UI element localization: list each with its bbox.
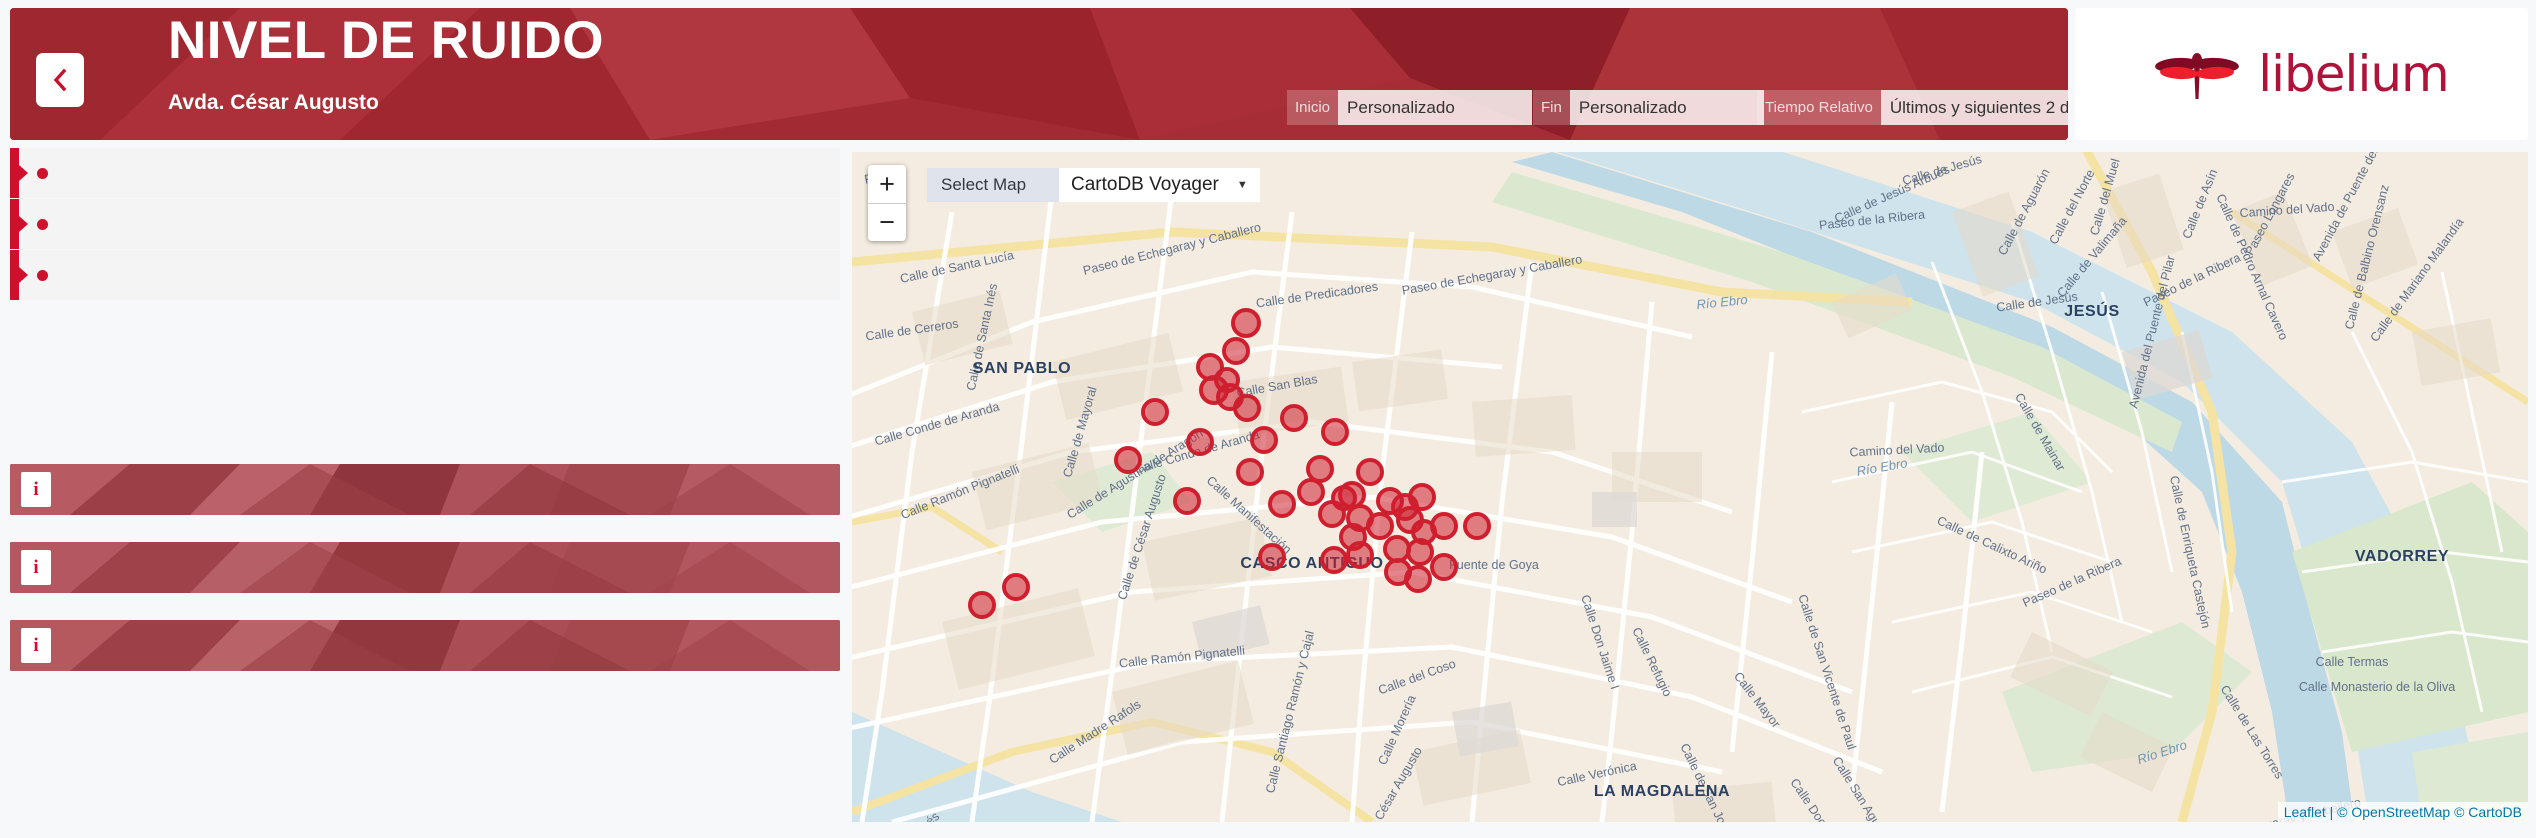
basemap-value: CartoDB Voyager — [1071, 174, 1219, 195]
dashboard-root: NIVEL DE RUIDO Avda. César Augusto Inici… — [0, 0, 2536, 838]
tiempo-relativo-label: Tiempo Relativo — [1757, 90, 1881, 125]
select-map-label: Select Map — [927, 168, 1059, 202]
page-subtitle: Avda. César Augusto — [168, 91, 379, 114]
map-tile-canvas — [852, 152, 2528, 822]
noise-sensor-marker[interactable] — [1236, 458, 1264, 486]
zoom-in-button[interactable]: + — [868, 165, 906, 203]
brand-name: libelium — [2258, 45, 2449, 103]
accordion-panel[interactable]: i — [10, 542, 840, 593]
tiempo-relativo-select[interactable]: Últimos y siguientes 2 días — [1880, 90, 2068, 125]
info-icon: i — [21, 472, 51, 507]
noise-sensor-marker[interactable] — [1346, 541, 1374, 569]
noise-sensor-marker[interactable] — [1297, 478, 1325, 506]
kpi-dot-icon — [37, 218, 48, 230]
info-icon: i — [21, 628, 51, 663]
dragonfly-icon — [2155, 53, 2240, 99]
chevron-left-icon — [53, 68, 67, 92]
basemap-dropdown[interactable]: CartoDB Voyager ▼ — [1059, 168, 1260, 202]
inicio-date-control: Inicio — [1287, 90, 1533, 125]
page-title: NIVEL DE RUIDO — [168, 11, 604, 70]
kpi-dot-icon — [37, 167, 48, 179]
kpi-accent-bar — [10, 199, 19, 249]
fin-label: Fin — [1533, 90, 1570, 125]
chevron-down-icon: ▼ — [1236, 179, 1248, 191]
noise-sensor-marker[interactable] — [968, 591, 996, 619]
noise-sensor-marker[interactable] — [1356, 458, 1384, 486]
kpi-list — [10, 148, 840, 300]
noise-sensor-marker[interactable] — [1321, 418, 1349, 446]
kpi-row[interactable] — [10, 148, 840, 198]
noise-sensor-marker[interactable] — [1404, 565, 1432, 593]
fin-input[interactable] — [1569, 90, 1764, 125]
map-attribution[interactable]: Leaflet | © OpenStreetMap © CartoDB — [2277, 802, 2528, 822]
noise-sensor-marker[interactable] — [1430, 553, 1458, 581]
noise-sensor-marker[interactable] — [1280, 404, 1308, 432]
kpi-dot-icon — [37, 269, 48, 281]
inicio-label: Inicio — [1287, 90, 1339, 125]
noise-sensor-marker[interactable] — [1186, 428, 1214, 456]
noise-sensor-marker[interactable] — [1002, 573, 1030, 601]
kpi-pointer-icon — [19, 216, 28, 232]
kpi-row[interactable] — [10, 250, 840, 300]
zoom-out-button[interactable]: − — [868, 203, 906, 241]
noise-sensor-marker[interactable] — [1114, 446, 1142, 474]
noise-sensor-marker[interactable] — [1173, 487, 1201, 515]
kpi-pointer-icon — [19, 267, 28, 283]
accordion-panel[interactable]: i — [10, 464, 840, 515]
tiempo-relativo-select-wrap: Últimos y siguientes 2 días ▼ — [1880, 90, 2068, 125]
inicio-input[interactable] — [1338, 90, 1533, 125]
accordion-panel[interactable]: i — [10, 620, 840, 671]
accordion-panel-list: i i i — [10, 464, 840, 671]
map-zoom-controls: + − — [868, 165, 906, 241]
page-header: NIVEL DE RUIDO Avda. César Augusto Inici… — [10, 8, 2068, 140]
noise-sensor-marker[interactable] — [1233, 394, 1261, 422]
panel-polygon-background — [10, 620, 840, 671]
noise-sensor-marker[interactable] — [1268, 490, 1296, 518]
kpi-row[interactable] — [10, 199, 840, 249]
noise-sensor-marker[interactable] — [1320, 546, 1348, 574]
panel-polygon-background — [10, 542, 840, 593]
noise-sensor-marker[interactable] — [1411, 519, 1437, 545]
sidebar: i i i — [10, 148, 840, 830]
kpi-accent-bar — [10, 148, 19, 198]
map-panel[interactable]: + − Select Map CartoDB Voyager ▼ Calle d… — [852, 152, 2528, 822]
title-block: NIVEL DE RUIDO Avda. César Augusto — [168, 14, 604, 115]
basemap-selector: Select Map CartoDB Voyager ▼ — [927, 168, 1260, 202]
fin-date-control: Fin — [1533, 90, 1764, 125]
noise-sensor-marker[interactable] — [1222, 337, 1250, 365]
tiempo-relativo-control: Tiempo Relativo Últimos y siguientes 2 d… — [1757, 90, 2068, 125]
noise-sensor-marker[interactable] — [1250, 426, 1278, 454]
noise-sensor-marker[interactable] — [1318, 500, 1346, 528]
kpi-pointer-icon — [19, 165, 28, 181]
noise-sensor-marker[interactable] — [1258, 543, 1286, 571]
back-button[interactable] — [36, 53, 84, 107]
noise-sensor-marker[interactable] — [1231, 308, 1261, 338]
noise-sensor-marker[interactable] — [1463, 512, 1491, 540]
info-icon: i — [21, 550, 51, 585]
noise-sensor-marker[interactable] — [1141, 398, 1169, 426]
brand-logo-panel: libelium — [2075, 8, 2528, 140]
kpi-accent-bar — [10, 250, 19, 300]
panel-polygon-background — [10, 464, 840, 515]
